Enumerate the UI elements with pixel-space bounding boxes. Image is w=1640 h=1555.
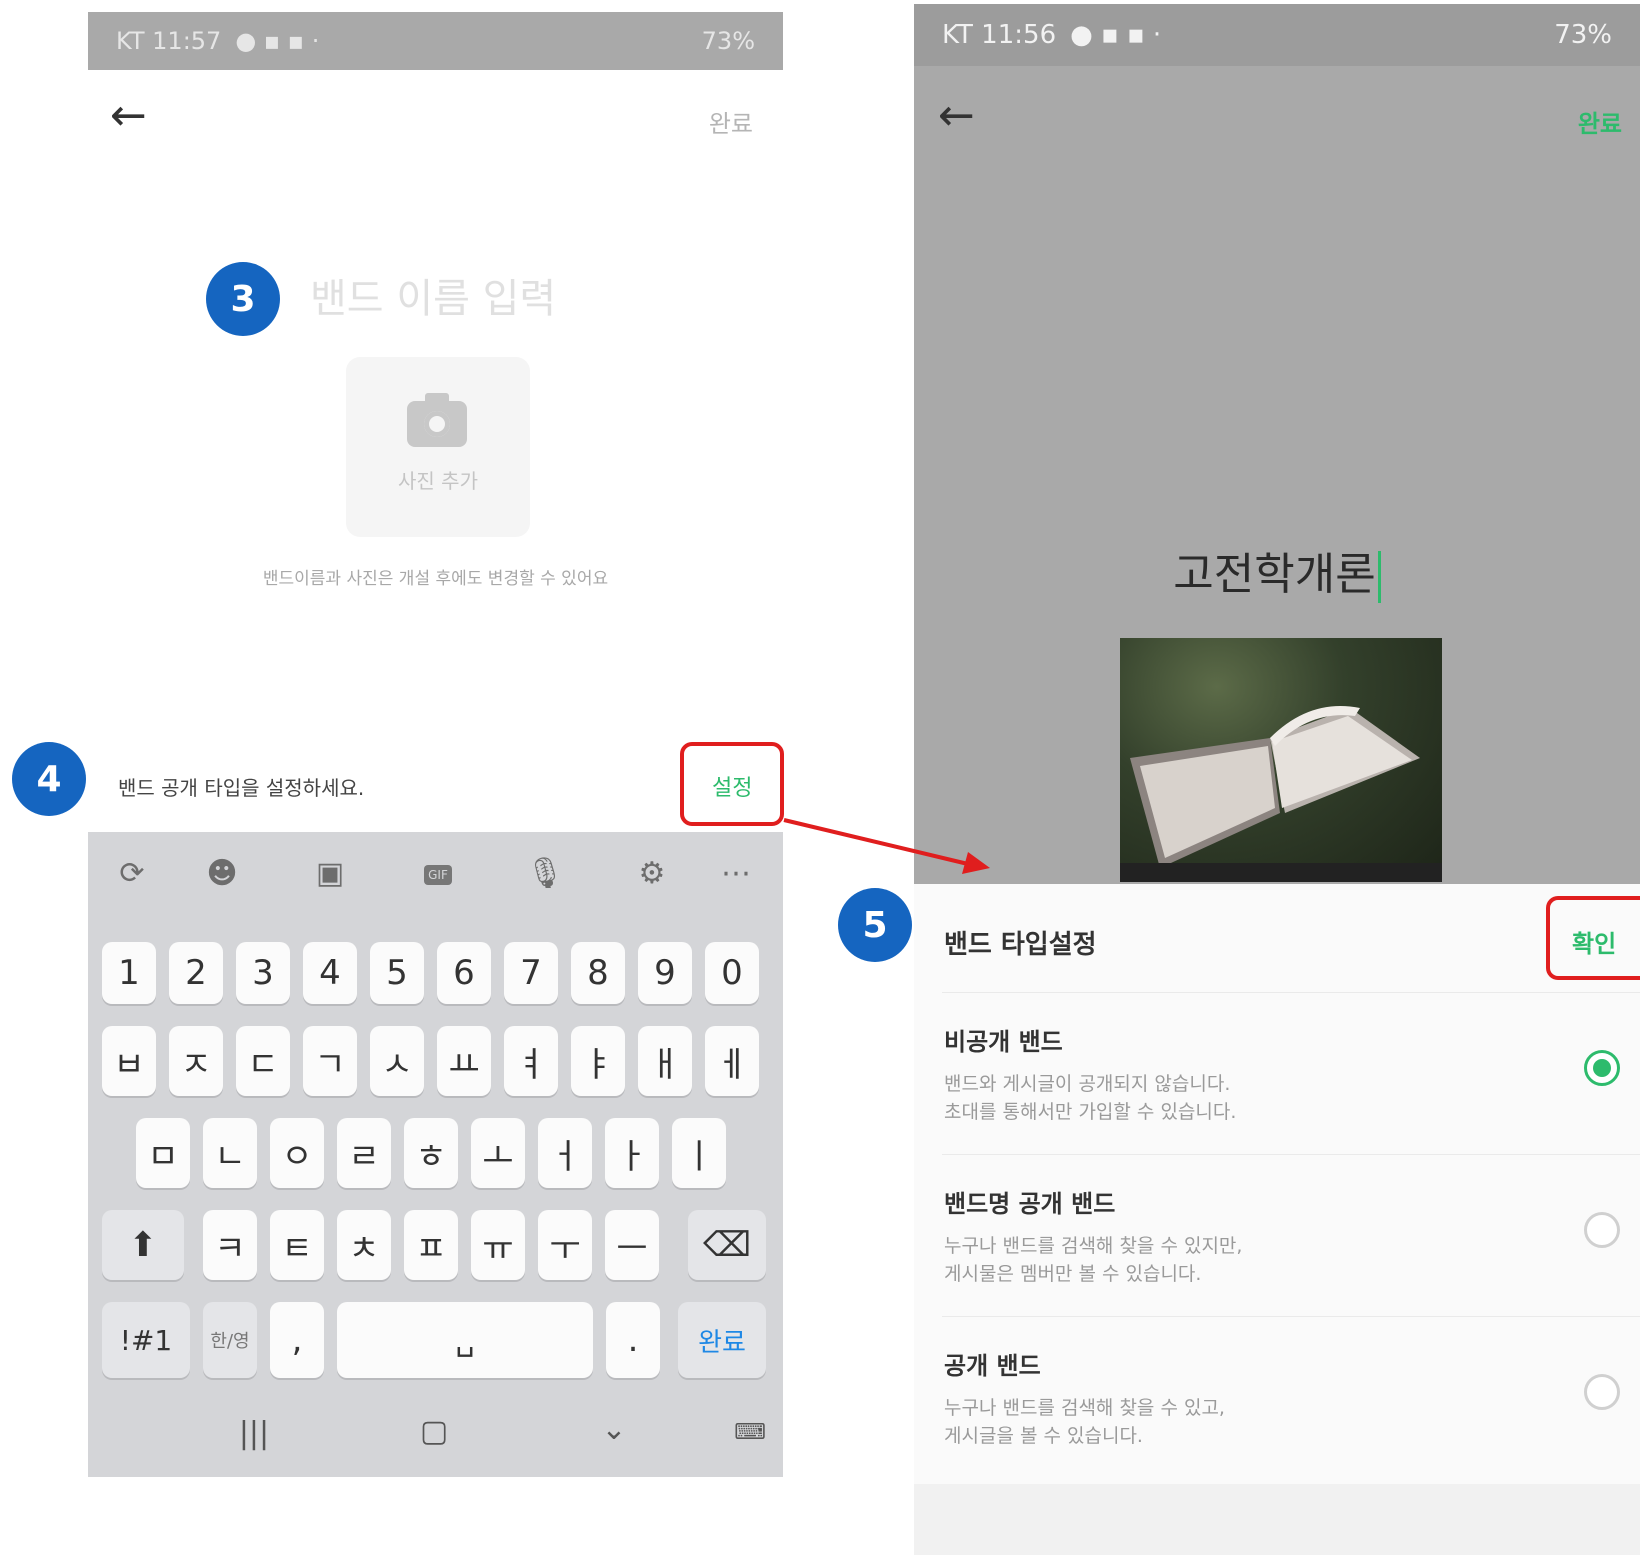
annotation-arrow [783, 818, 990, 874]
arrow-head-icon [962, 852, 990, 874]
arrow-line [783, 818, 969, 866]
